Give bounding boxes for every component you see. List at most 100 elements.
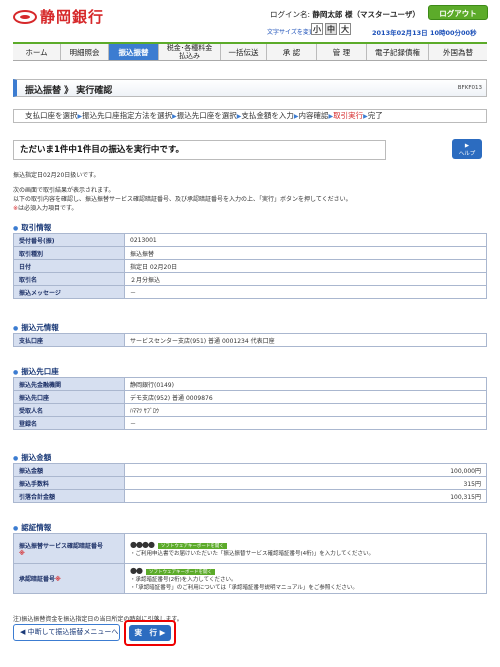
field-label: 受付番号(振) xyxy=(13,233,125,247)
payer-table: 支払口座 サービスセンター支店(951) 普通 0001234 代表口座 xyxy=(13,333,487,347)
status-message: ただいま1件中1件目の振込を実行中です。 xyxy=(13,140,386,160)
table-row: 日付 指定日 02月20日 xyxy=(13,259,487,273)
payee-table: 振込先金融機関 静岡銀行(0149) 振込先口座 デモ支店(952) 普通 0009… xyxy=(13,377,487,430)
user-name: 静岡太郎 様（マスターユーザ） xyxy=(312,10,420,19)
auth-label-2: 承認暗証番号 xyxy=(19,576,56,583)
nav-transfer[interactable]: 振込振替 xyxy=(109,44,159,60)
auth-help-1: ・ご利用申込書でお届けいただいた「振込振替サービス確認暗証番号(4桁)」を入力し… xyxy=(130,551,374,557)
help-button[interactable]: ▶ ヘルプ xyxy=(452,139,482,159)
step-enter-amount: 支払金額を入力 xyxy=(241,111,294,120)
exec-date-text: 振込指定日02月20日扱いです。 xyxy=(13,172,100,179)
service-pin-input[interactable]: ●●●● xyxy=(130,540,155,549)
font-medium-button[interactable]: 中 xyxy=(325,23,337,35)
table-row: 取引種別 振込振替 xyxy=(13,246,487,260)
nav-statements[interactable]: 明細照会 xyxy=(61,44,109,60)
info-line-2: 以下の取引内容を確認し、振込振替サービス確認暗証番号、及び承認暗証番号を入力の上… xyxy=(13,196,352,203)
section-amount-heading: 振込金額 xyxy=(13,452,51,463)
field-label: 取引種別 xyxy=(13,246,125,260)
bank-name: 静岡銀行 xyxy=(40,8,105,26)
section-payer-heading: 振込元情報 xyxy=(13,322,59,333)
field-label: 振込メッセージ xyxy=(13,285,125,299)
execute-label: 実 行 xyxy=(134,628,158,637)
execute-arrow-icon: ▶ xyxy=(159,628,166,637)
info-line-1: 次の画面で取引結果が表示されます。 xyxy=(13,187,115,194)
main-nav: ホーム 明細照会 振込振替 税金･各種料金 払込み 一括伝送 承 認 管 理 電子… xyxy=(13,42,487,61)
table-row: 振込先口座 デモ支店(952) 普通 0009876 xyxy=(13,390,487,404)
field-value: 100,000円 xyxy=(124,463,487,477)
step-indicator: 支払口座を選択▶振込先口座指定方法を選択▶振込先口座を選択▶支払金額を入力▶内容… xyxy=(13,109,487,123)
font-small-button[interactable]: 小 xyxy=(311,23,323,35)
page-title-bar: 振込振替 》 実行確認 BFKF013 xyxy=(13,79,487,97)
field-value: － xyxy=(124,285,487,299)
software-keyboard-button[interactable]: ソフトウェアキーボードを開く xyxy=(157,543,227,549)
table-row: 振込メッセージ－ xyxy=(13,285,487,299)
field-label: 日付 xyxy=(13,259,125,273)
software-keyboard-button[interactable]: ソフトウェアキーボードを開く xyxy=(145,569,215,575)
field-value: 100,315円 xyxy=(124,489,487,503)
section-auth-heading: 認証情報 xyxy=(13,522,51,533)
field-label: 振込振替サービス確認暗証番号 ※ xyxy=(13,533,125,564)
nav-foreign-exchange[interactable]: 外国為替 xyxy=(429,44,487,60)
field-label: 振込手数料 xyxy=(13,476,125,490)
field-value: 振込振替 xyxy=(124,246,487,260)
field-label: 引落合計金額 xyxy=(13,489,125,503)
amount-table: 振込金額 100,000円 振込手数料 315円 引落合計金額 100,315円 xyxy=(13,463,487,503)
field-value: 315円 xyxy=(124,476,487,490)
auth-label-1: 振込振替サービス確認暗証番号 xyxy=(19,542,104,550)
back-label: 中断して振込振替メニューへ xyxy=(27,628,119,636)
font-size-label: 文字サイズを変更 xyxy=(267,29,315,36)
nav-tax-bottom: 払込み xyxy=(179,51,200,60)
step-execute-current: 取引実行 xyxy=(333,111,364,120)
nav-e-receivables[interactable]: 電子記録債権 xyxy=(367,44,429,60)
required-note: は必須入力項目です。 xyxy=(18,205,78,212)
login-label: ログイン名: xyxy=(270,10,311,19)
table-row: 支払口座 サービスセンター支店(951) 普通 0001234 代表口座 xyxy=(13,333,487,347)
field-label: 振込先口座 xyxy=(13,390,125,404)
step-select-method: 振込先口座指定方法を選択 xyxy=(82,111,173,120)
table-row: 登録名－ xyxy=(13,416,487,430)
nav-home[interactable]: ホーム xyxy=(13,44,61,60)
table-row: 振込金額 100,000円 xyxy=(13,463,487,477)
field-label: 振込金額 xyxy=(13,463,125,477)
logout-button[interactable]: ログアウト xyxy=(428,5,488,20)
nav-approval[interactable]: 承 認 xyxy=(267,44,317,60)
field-label: 取引名 xyxy=(13,272,125,286)
login-info: ログイン名: 静岡太郎 様（マスターユーザ） xyxy=(270,9,420,20)
execute-button[interactable]: 実 行 ▶ xyxy=(129,625,171,641)
field-label: 登録名 xyxy=(13,416,125,430)
step-confirm: 内容確認 xyxy=(298,111,329,120)
back-arrow-icon: ◀ xyxy=(20,628,28,636)
field-value: ２月分振込 xyxy=(124,272,487,286)
font-large-button[interactable]: 大 xyxy=(339,23,351,35)
section-payee-heading: 振込先口座 xyxy=(13,366,59,377)
auth-help-2b: ・「承認暗証番号」のご利用については「承認暗証番号説明マニュアル」をご参照くださ… xyxy=(130,585,358,591)
nav-admin[interactable]: 管 理 xyxy=(317,44,367,60)
field-value: デモ支店(952) 普通 0009876 xyxy=(124,390,487,404)
section-transaction-heading: 取引情報 xyxy=(13,222,51,233)
help-label: ヘルプ xyxy=(458,151,476,157)
field-value: ●●●● ソフトウェアキーボードを開く ・ご利用申込書でお届けいただいた「振込振替… xyxy=(124,533,487,564)
bank-logo: 静岡銀行 xyxy=(13,6,104,27)
table-row: 振込先金融機関 静岡銀行(0149) xyxy=(13,377,487,391)
table-row: 振込手数料 315円 xyxy=(13,476,487,490)
auth-help-2a: ・承認暗証番号(2桁)を入力してください。 xyxy=(130,577,237,583)
step-complete: 完了 xyxy=(367,111,383,120)
bank-logo-mark xyxy=(13,9,37,24)
field-label: 受取人名 xyxy=(13,403,125,417)
transaction-table: 受付番号(振) 0213001 取引種別 振込振替 日付 指定日 02月20日 取引名… xyxy=(13,233,487,299)
nav-bulk-transfer[interactable]: 一括伝送 xyxy=(221,44,267,60)
field-value: サービスセンター支店(951) 普通 0001234 代表口座 xyxy=(124,333,487,347)
field-value: ﾊﾏﾏﾂ ｻﾌﾞﾛｳ xyxy=(124,403,487,417)
table-row: 受取人名 ﾊﾏﾏﾂ ｻﾌﾞﾛｳ xyxy=(13,403,487,417)
field-label: 振込先金融機関 xyxy=(13,377,125,391)
field-value: 指定日 02月20日 xyxy=(124,259,487,273)
field-value: ●● ソフトウェアキーボードを開く ・承認暗証番号(2桁)を入力してください。 ・… xyxy=(124,563,487,594)
auth-table: 振込振替サービス確認暗証番号 ※ ●●●● ソフトウェアキーボードを開く ・ご利用申… xyxy=(13,533,487,594)
table-row: 振込振替サービス確認暗証番号 ※ ●●●● ソフトウェアキーボードを開く ・ご利用申… xyxy=(13,533,487,564)
step-select-payee: 振込先口座を選択 xyxy=(176,111,237,120)
required-mark: ※ xyxy=(55,576,61,583)
back-to-menu-button[interactable]: ◀ 中断して振込振替メニューへ xyxy=(13,624,120,641)
nav-tax-payment[interactable]: 税金･各種料金 払込み xyxy=(159,44,221,60)
approval-pin-input[interactable]: ●● xyxy=(130,566,143,575)
page-title: 振込振替 》 実行確認 xyxy=(25,86,113,96)
